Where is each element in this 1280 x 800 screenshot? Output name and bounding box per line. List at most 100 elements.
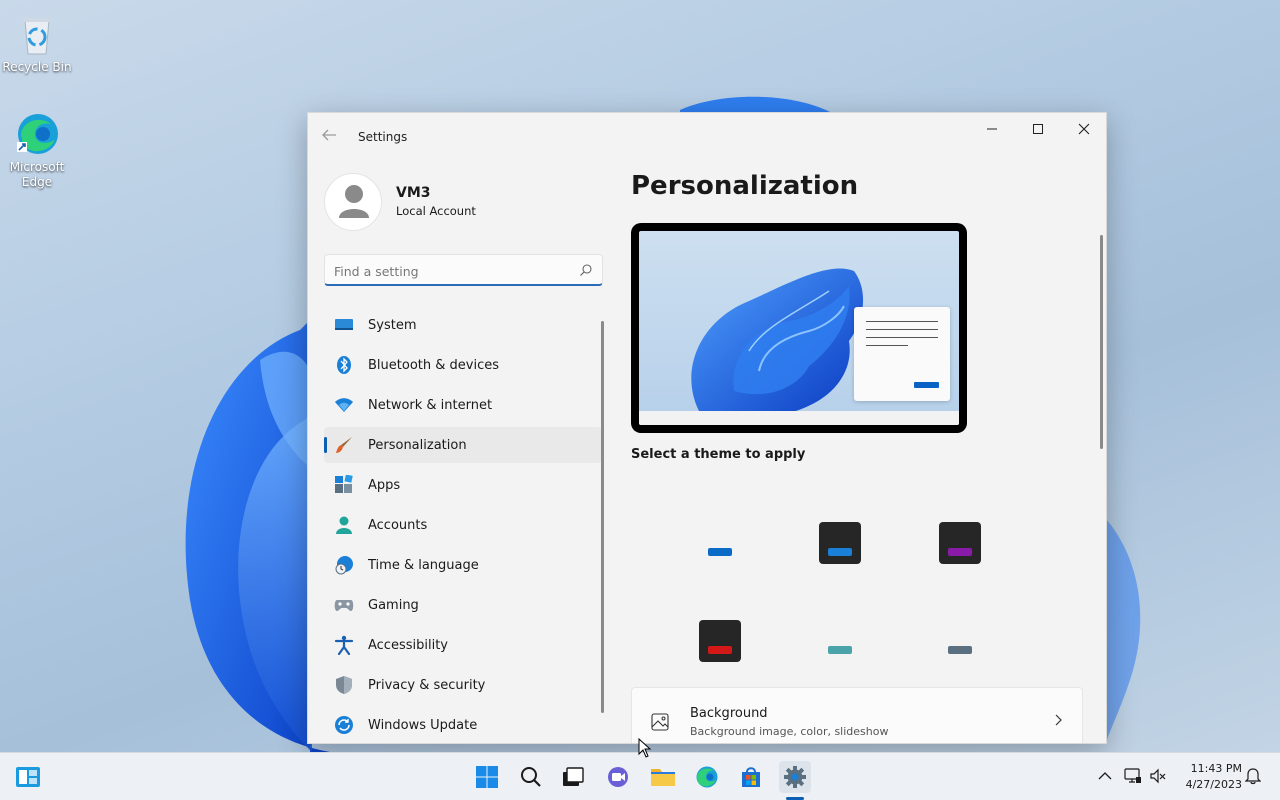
- task-view-button[interactable]: [556, 761, 588, 793]
- sidebar-item-bluetooth[interactable]: Bluetooth & devices: [324, 347, 602, 383]
- sidebar-item-gaming[interactable]: Gaming: [324, 587, 602, 623]
- bluetooth-icon: [334, 355, 354, 375]
- maximize-icon: [1033, 124, 1043, 134]
- desktop-icon-label: Recycle Bin: [2, 60, 72, 74]
- taskbar-clock[interactable]: 11:43 PM 4/27/2023: [1176, 761, 1242, 793]
- folder-icon: [651, 769, 675, 786]
- store-button[interactable]: [735, 761, 767, 793]
- recycle-bin-icon: [13, 10, 61, 58]
- sidebar-item-personalization[interactable]: Personalization: [324, 427, 602, 463]
- sidebar-item-label: Time & language: [368, 557, 479, 573]
- theme-accent-bar: [708, 646, 732, 654]
- theme-option-2[interactable]: [819, 522, 861, 564]
- sidebar-item-label: Accounts: [368, 517, 428, 533]
- globe-clock-icon: [334, 555, 354, 575]
- settings-taskbar-button[interactable]: [779, 761, 811, 793]
- chevron-up-icon: [1098, 772, 1112, 780]
- preview-dialog: [854, 307, 950, 401]
- edge-icon: [696, 766, 718, 788]
- network-icon: [1124, 768, 1141, 783]
- show-hidden-icons-button[interactable]: [1096, 767, 1114, 785]
- sidebar-item-accessibility[interactable]: Accessibility: [324, 627, 602, 663]
- window-title: Settings: [358, 130, 408, 144]
- avatar: [324, 173, 382, 231]
- background-card-subtitle: Background image, color, slideshow: [690, 725, 889, 738]
- chat-button[interactable]: [602, 761, 634, 793]
- theme-accent-bar: [948, 646, 972, 654]
- preview-screen: [639, 231, 959, 425]
- volume-tray-button[interactable]: [1149, 767, 1167, 785]
- maximize-button[interactable]: [1015, 113, 1061, 145]
- sidebar-item-label: Apps: [368, 477, 401, 493]
- content-scrollbar[interactable]: [1100, 235, 1103, 449]
- background-settings-card[interactable]: Background Background image, color, slid…: [631, 687, 1083, 743]
- theme-option-6[interactable]: [939, 620, 981, 662]
- user-avatar-icon: [339, 185, 369, 218]
- sidebar-item-system[interactable]: System: [324, 307, 602, 343]
- chevron-right-icon: [1055, 714, 1062, 726]
- edge-icon: [13, 110, 61, 158]
- search-input[interactable]: [334, 261, 569, 281]
- settings-window: Settings VM3 Local Account Find a settin…: [307, 112, 1107, 744]
- gamepad-icon: [334, 595, 354, 615]
- person-icon: [334, 515, 354, 535]
- page-title: Personalization: [631, 171, 859, 201]
- sidebar-item-privacy-security[interactable]: Privacy & security: [324, 667, 602, 703]
- mouse-cursor: [638, 737, 652, 762]
- theme-preview: [631, 223, 967, 433]
- file-explorer-button[interactable]: [647, 761, 679, 793]
- desktop-icon-microsoft-edge[interactable]: Microsoft Edge: [0, 110, 74, 190]
- clock-time: 11:43 PM: [1190, 762, 1242, 775]
- theme-option-3[interactable]: [939, 522, 981, 564]
- windows-logo-icon: [476, 766, 498, 788]
- minimize-button[interactable]: [969, 113, 1015, 145]
- sidebar-item-time-language[interactable]: Time & language: [324, 547, 602, 583]
- close-icon: [1078, 123, 1090, 135]
- apps-icon: [334, 475, 354, 495]
- widgets-icon: [16, 767, 40, 787]
- close-button[interactable]: [1061, 113, 1106, 145]
- task-view-icon: [563, 767, 584, 786]
- theme-accent-bar: [828, 646, 852, 654]
- sidebar-item-label: Windows Update: [368, 717, 478, 733]
- network-tray-button[interactable]: [1124, 767, 1142, 785]
- volume-muted-icon: [1150, 768, 1166, 784]
- paintbrush-icon: [334, 435, 354, 455]
- sidebar-scrollbar[interactable]: [601, 321, 604, 713]
- start-button[interactable]: [471, 761, 503, 793]
- arrow-left-icon: [322, 129, 336, 141]
- preview-taskbar: [639, 411, 959, 425]
- sidebar-item-network[interactable]: Network & internet: [324, 387, 602, 423]
- sidebar-item-apps[interactable]: Apps: [324, 467, 602, 503]
- user-profile[interactable]: VM3 Local Account: [324, 173, 604, 231]
- background-card-title: Background: [690, 706, 768, 721]
- theme-option-5[interactable]: [819, 620, 861, 662]
- notification-bell-icon: [1245, 768, 1261, 785]
- gear-icon: [784, 766, 806, 788]
- theme-accent-bar: [828, 548, 852, 556]
- chat-icon: [608, 767, 628, 787]
- theme-option-1[interactable]: [699, 522, 741, 564]
- sidebar-item-accounts[interactable]: Accounts: [324, 507, 602, 543]
- back-button[interactable]: [320, 127, 342, 147]
- sidebar-item-label: Gaming: [368, 597, 419, 613]
- update-icon: [334, 715, 354, 735]
- search-icon[interactable]: [579, 263, 593, 277]
- accessibility-icon: [334, 635, 354, 655]
- account-type: Local Account: [396, 204, 476, 218]
- search-taskbar-button[interactable]: [515, 761, 547, 793]
- widgets-button[interactable]: [12, 761, 44, 793]
- edge-taskbar-button[interactable]: [691, 761, 723, 793]
- clock-date: 4/27/2023: [1185, 778, 1242, 791]
- sidebar-item-label: Network & internet: [368, 397, 493, 413]
- theme-option-4[interactable]: [699, 620, 741, 662]
- desktop-icon-label: Microsoft Edge: [9, 160, 65, 189]
- sidebar-item-windows-update[interactable]: Windows Update: [324, 707, 602, 743]
- sidebar-nav: System Bluetooth & devices Network & int…: [324, 307, 602, 743]
- minimize-icon: [987, 128, 997, 130]
- desktop-icon-recycle-bin[interactable]: Recycle Bin: [0, 10, 74, 75]
- notifications-button[interactable]: [1244, 767, 1262, 785]
- system-icon: [334, 315, 354, 335]
- pointer-cursor-icon: [638, 737, 652, 758]
- search-icon: [521, 767, 541, 787]
